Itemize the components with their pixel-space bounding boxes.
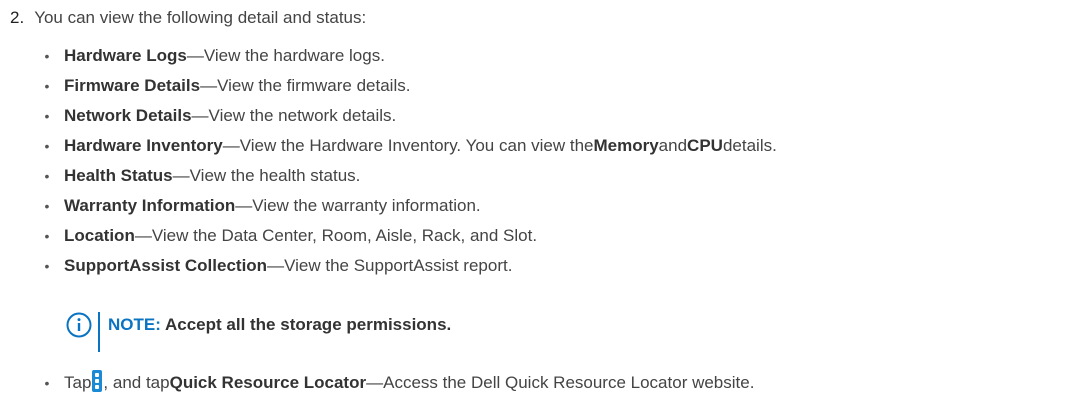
bullet: • xyxy=(44,78,50,94)
item-mid: and xyxy=(658,136,688,155)
bullet: • xyxy=(44,198,50,214)
bullet: • xyxy=(44,228,50,244)
note-text: NOTE: Accept all the storage permissions… xyxy=(108,313,451,337)
item-desc: —Access the Dell Quick Resource Locator … xyxy=(366,373,755,392)
bullet: • xyxy=(44,258,50,274)
item-bold-cpu: CPU xyxy=(687,136,723,155)
item-term: SupportAssist Collection xyxy=(64,256,268,275)
note-label: NOTE: xyxy=(108,315,161,334)
item-term: Network Details xyxy=(64,106,192,125)
note-box: NOTE: Accept all the storage permissions… xyxy=(66,312,451,352)
item-term: Location xyxy=(64,226,135,245)
item-pre: Tap xyxy=(64,373,92,392)
list-item-location: • Location —View the Data Center, Room, A… xyxy=(45,224,538,248)
list-item-warranty-information: • Warranty Information —View the warranty… xyxy=(45,194,481,218)
step-2: 2. You can view the following detail and… xyxy=(10,6,366,30)
item-term: Warranty Information xyxy=(64,196,236,215)
list-item-health-status: • Health Status —View the health status. xyxy=(45,164,361,188)
item-term: Quick Resource Locator xyxy=(169,373,367,392)
item-term: Hardware Logs xyxy=(64,46,187,65)
item-desc: —View the hardware logs. xyxy=(186,46,385,65)
list-item-hardware-inventory: • Hardware Inventory —View the Hardware I… xyxy=(45,134,777,158)
item-term: Firmware Details xyxy=(64,76,201,95)
item-desc: —View the health status. xyxy=(172,166,361,185)
list-item-hardware-logs: • Hardware Logs —View the hardware logs. xyxy=(45,44,385,68)
note-divider xyxy=(98,312,100,352)
bullet: • xyxy=(44,48,50,64)
note-body: Accept all the storage permissions. xyxy=(160,315,452,334)
item-desc: —View the firmware details. xyxy=(200,76,411,95)
item-desc: —View the Data Center, Room, Aisle, Rack… xyxy=(134,226,538,245)
bullet: • xyxy=(44,138,50,154)
bullet: • xyxy=(44,108,50,124)
bullet: • xyxy=(44,375,50,391)
item-desc: —View the network details. xyxy=(191,106,397,125)
kebab-menu-icon[interactable] xyxy=(92,370,103,392)
item-term: Health Status xyxy=(64,166,173,185)
item-desc: —View the Hardware Inventory. You can vi… xyxy=(222,136,594,155)
list-item-network-details: • Network Details —View the network detai… xyxy=(45,104,397,128)
info-icon xyxy=(66,312,92,338)
item-bold-memory: Memory xyxy=(593,136,659,155)
item-tail: details. xyxy=(722,136,777,155)
list-item-firmware-details: • Firmware Details —View the firmware det… xyxy=(45,74,411,98)
list-item-supportassist-collection: • SupportAssist Collection —View the Supp… xyxy=(45,254,513,278)
bullet: • xyxy=(44,168,50,184)
item-desc: —View the warranty information. xyxy=(235,196,481,215)
list-item-quick-resource-locator: • Tap , and tap Quick Resource Locator —A… xyxy=(45,370,755,395)
item-term: Hardware Inventory xyxy=(64,136,223,155)
step-text: You can view the following detail and st… xyxy=(34,8,367,27)
step-number: 2. xyxy=(10,8,25,27)
item-mid: , and tap xyxy=(103,373,170,392)
item-desc: —View the SupportAssist report. xyxy=(267,256,513,275)
